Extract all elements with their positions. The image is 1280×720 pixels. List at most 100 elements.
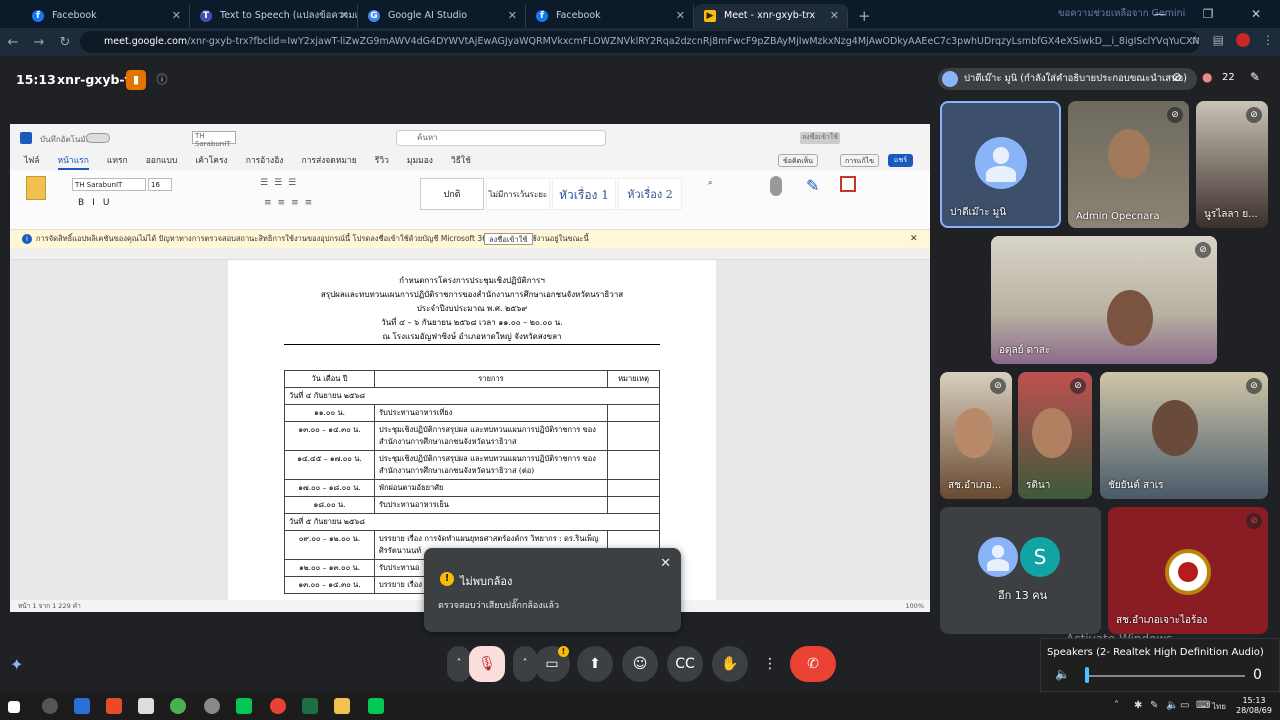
format-buttons[interactable]: BIU (78, 198, 117, 208)
recording-icon[interactable]: ▮ (126, 70, 146, 90)
volume-icon[interactable]: 🔈 (1166, 700, 1178, 711)
close-icon[interactable]: ✕ (508, 4, 517, 28)
editing-mode-button[interactable]: การแก้ไข (840, 154, 879, 167)
calculator-icon[interactable] (138, 698, 154, 714)
people-icon[interactable]: ● (1202, 70, 1212, 84)
participant-tile[interactable]: ⊘ นูรไลลา ย... (1196, 101, 1268, 228)
system-clock[interactable]: 15:13 28/08/69 (1236, 696, 1272, 716)
share-button[interactable]: แชร์ (888, 154, 914, 167)
ribbon-tab-design[interactable]: ออกแบบ (146, 152, 178, 170)
audio-options-chevron[interactable]: ˄ (447, 646, 471, 682)
participant-tile[interactable]: ⊘ รตินา (1018, 372, 1092, 499)
style-no-spacing[interactable]: ไม่มีการเว้นระยะ (486, 178, 550, 210)
font-name-select[interactable]: TH SarabunIT (72, 178, 146, 191)
find-icon[interactable]: ⌕ (708, 178, 712, 188)
bluetooth-icon[interactable]: ✱ (1134, 700, 1142, 711)
sign-in-top-button[interactable]: ลงชื่อเข้าใช้ (800, 132, 840, 144)
tab-tts[interactable]: T Text to Speech (แปลงข้อความเป็น |✕ (190, 4, 358, 28)
gemini-sparkle-icon[interactable]: ✦ (10, 655, 23, 674)
font-size-select[interactable]: 16 (148, 178, 172, 191)
excel-icon[interactable] (302, 698, 318, 714)
paste-icon[interactable] (26, 176, 46, 200)
ribbon-tab-help[interactable]: วิธีใช้ (451, 152, 471, 170)
participant-tile-self[interactable]: ปาตีเม๊าะ มูนิ (940, 101, 1061, 228)
close-icon[interactable]: ✕ (676, 4, 685, 28)
tab-meet[interactable]: ▶ Meet - xnr-gxyb-trx ✕ (694, 4, 848, 28)
windows-start-icon[interactable] (8, 701, 20, 713)
list-buttons[interactable]: ☰☰☰ (260, 178, 302, 188)
tab-ai-studio[interactable]: G Google AI Studio ✕ (358, 4, 526, 28)
ribbon-tab-file[interactable]: ไฟล์ (24, 152, 40, 170)
participant-tile-speaker[interactable]: ⊘ อดุลย์ ดาสะ (991, 236, 1217, 364)
font-quick-box[interactable]: TH SarabunIT (192, 131, 236, 148)
profile-avatar[interactable] (1236, 33, 1250, 47)
volume-slider-thumb[interactable] (1085, 667, 1089, 683)
participant-tile[interactable]: ⊘ ชัยยันต์ สาเร (1100, 372, 1268, 499)
volume-slider[interactable] (1085, 675, 1245, 677)
app-icon[interactable] (106, 698, 122, 714)
emoji-reaction-button[interactable]: ☺ (622, 646, 658, 682)
close-icon[interactable]: ✕ (172, 4, 181, 28)
ribbon-tab-mailings[interactable]: การส่งจดหมาย (301, 152, 356, 170)
new-tab-icon[interactable]: + (858, 4, 871, 28)
speaker-muted-icon[interactable]: 🔈 (1055, 667, 1070, 681)
raise-hand-button[interactable]: ✋ (712, 646, 748, 682)
ribbon-tab-review[interactable]: รีวิว (375, 152, 389, 170)
comment-button[interactable]: ข้อคิดเห็น (778, 154, 819, 167)
bookmark-star-icon[interactable]: ☆ (1190, 33, 1201, 47)
line-icon[interactable] (236, 698, 252, 714)
search-icon[interactable] (42, 698, 58, 714)
task-view-icon[interactable] (74, 698, 90, 714)
hide-self-icon[interactable]: ⊘ (1172, 70, 1182, 84)
maximize-icon[interactable]: ❐ (1184, 0, 1232, 28)
network-icon[interactable]: ▭ (1180, 700, 1189, 711)
captions-button[interactable]: CC (667, 646, 703, 682)
ribbon-tab-insert[interactable]: แทรก (107, 152, 128, 170)
ribbon-tab-home[interactable]: หน้าแรก (57, 152, 89, 170)
ribbon-tab-layout[interactable]: เค้าโครง (195, 152, 227, 170)
participant-tile[interactable]: ⊘ สช.อำเภอเจาะไอร้อง (1108, 507, 1268, 634)
style-heading-2[interactable]: หัวเรื่อง 2 (618, 178, 682, 210)
chrome-icon[interactable] (270, 698, 286, 714)
others-tile[interactable]: S อีก 13 คน (940, 507, 1101, 634)
add-ins-icon[interactable] (840, 176, 856, 192)
close-icon[interactable]: ✕ (340, 4, 349, 28)
minimize-icon[interactable]: — (1136, 0, 1184, 28)
tab-facebook-2[interactable]: f Facebook ✕ (526, 4, 694, 28)
ribbon-tab-view[interactable]: มุมมอง (407, 152, 433, 170)
pen-icon[interactable]: ✎ (1150, 700, 1158, 711)
url-input[interactable]: meet.google.com/xnr-gxyb-trx?fbclid=IwY2… (80, 31, 1200, 53)
file-explorer-icon[interactable] (334, 698, 350, 714)
sidebar-icon[interactable]: ▤ (1213, 33, 1224, 47)
close-icon[interactable]: ✕ (660, 556, 671, 571)
close-icon[interactable]: ✕ (910, 230, 918, 248)
tray-chevron-icon[interactable]: ˄ (1114, 700, 1119, 711)
close-window-icon[interactable]: ✕ (1232, 0, 1280, 28)
autosave-toggle[interactable] (86, 133, 110, 143)
word-search-input[interactable]: ค้นหา (396, 130, 606, 146)
participant-tile[interactable]: ⊘ Admin Opecnara (1068, 101, 1189, 228)
forward-icon[interactable]: → (26, 35, 52, 50)
annotate-pen-icon[interactable]: ✎ (1250, 70, 1260, 84)
reload-icon[interactable]: ↻ (52, 35, 78, 50)
more-options-button[interactable]: ⋮ (752, 646, 788, 682)
menu-icon[interactable]: ⋮ (1262, 33, 1274, 47)
back-icon[interactable]: ← (0, 35, 26, 50)
tab-facebook-1[interactable]: f Facebook ✕ (22, 4, 190, 28)
speaker-label[interactable]: Speakers (2- Realtek High Definition Aud… (1047, 647, 1264, 658)
keyboard-icon[interactable]: ⌨ (1196, 700, 1210, 711)
line-icon[interactable] (368, 698, 384, 714)
style-heading-1[interactable]: หัวเรื่อง 1 (552, 178, 616, 210)
input-language[interactable]: ไทย (1212, 700, 1226, 713)
sign-in-button[interactable]: ลงชื่อเข้าใช้ (484, 233, 533, 245)
dictate-mic-icon[interactable] (770, 176, 782, 196)
align-buttons[interactable]: ≡≡≡≡ (264, 198, 318, 208)
chrome-icon[interactable] (170, 698, 186, 714)
present-screen-button[interactable]: ⬆ (577, 646, 613, 682)
zoom-level[interactable]: 100% (905, 600, 924, 612)
info-icon[interactable]: ⓘ (152, 70, 172, 90)
editor-pen-icon[interactable]: ✎ (806, 176, 819, 195)
ribbon-tab-references[interactable]: การอ้างอิง (246, 152, 284, 170)
participant-tile[interactable]: ⊘ สช.อำเภอ... (940, 372, 1012, 499)
app-icon[interactable] (204, 698, 220, 714)
